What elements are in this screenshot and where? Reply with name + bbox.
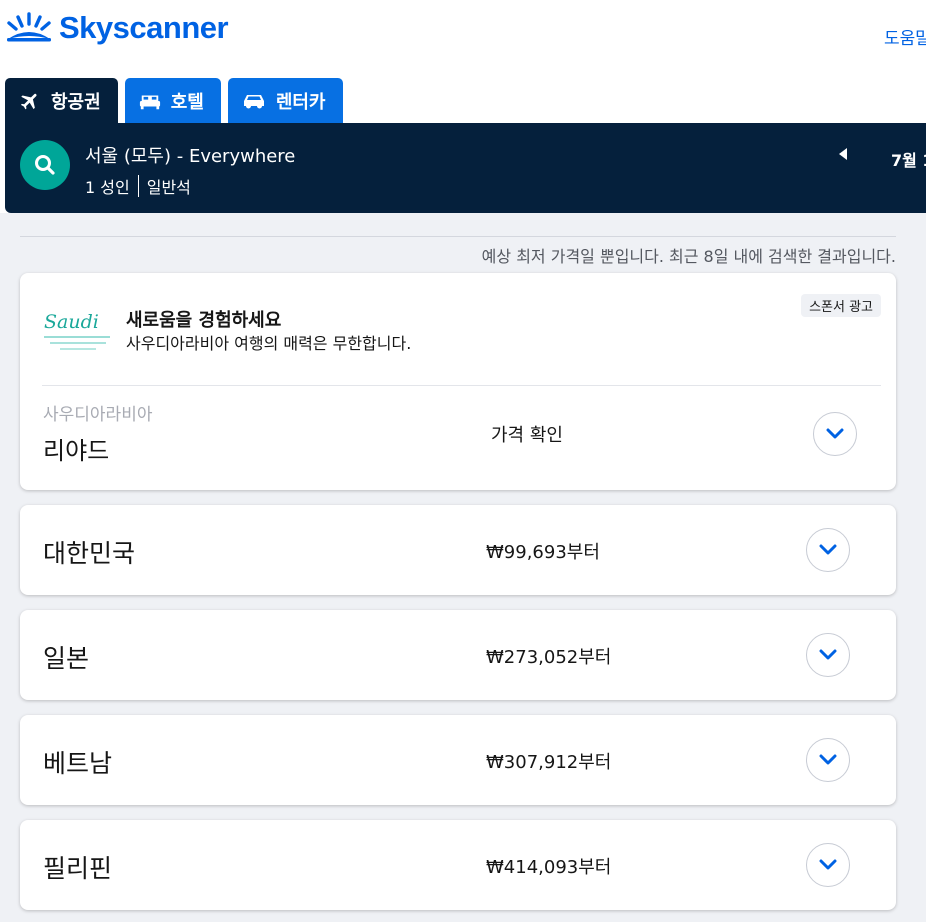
search-summary-bar[interactable]: 서울 (모두) - Everywhere 1 성인 일반석 7월 1 <box>5 123 926 213</box>
bed-icon <box>139 95 160 110</box>
destination-name: 대한민국 <box>43 539 136 568</box>
tab-label: 렌터카 <box>275 92 326 113</box>
ad-price-label: 가격 확인 <box>491 425 563 446</box>
tab-label: 호텔 <box>170 92 204 113</box>
sunrise-logo-icon <box>7 12 51 42</box>
search-route: 서울 (모두) - Everywhere <box>85 146 296 167</box>
chevron-down-icon <box>826 428 844 439</box>
search-button[interactable] <box>20 140 70 190</box>
ad-city: 리야드 <box>43 437 110 465</box>
destination-name: 베트남 <box>43 749 113 778</box>
destination-card[interactable]: 대한민국 ₩99,693부터 <box>20 505 896 595</box>
destination-card[interactable]: 일본 ₩273,052부터 <box>20 610 896 700</box>
search-icon <box>35 155 55 175</box>
chevron-down-icon <box>819 544 837 555</box>
expand-button[interactable] <box>806 528 850 572</box>
car-icon <box>243 95 264 109</box>
saudi-tourism-logo: Saudi <box>44 311 110 350</box>
logo-text: Skyscanner <box>59 10 229 45</box>
skyscanner-logo[interactable]: Skyscanner <box>5 10 229 46</box>
destination-price: ₩273,052부터 <box>486 647 612 668</box>
results-divider <box>20 236 896 237</box>
destination-price: ₩307,912부터 <box>486 752 612 773</box>
expand-button[interactable] <box>813 412 857 456</box>
saudi-wordmark: Saudi <box>44 311 99 333</box>
cabin-class: 일반석 <box>146 178 191 197</box>
tab-flights[interactable]: 항공권 <box>5 78 118 124</box>
destination-price: ₩414,093부터 <box>486 857 612 878</box>
travellers-count: 1 성인 <box>85 178 130 197</box>
tab-car-hire[interactable]: 렌터카 <box>227 78 343 124</box>
chevron-down-icon <box>819 754 837 765</box>
chevron-down-icon <box>819 859 837 870</box>
destination-card[interactable]: 베트남 ₩307,912부터 <box>20 715 896 805</box>
tab-hotels[interactable]: 호텔 <box>124 78 221 124</box>
destination-name: 일본 <box>43 644 90 673</box>
sponsored-badge: 스폰서 광고 <box>801 294 881 317</box>
ad-country: 사우디아라비아 <box>43 405 153 425</box>
site-header: Skyscanner 도움말 항공권 호텔 렌터카 서울 (모두) - Ever… <box>0 0 926 213</box>
airplane-icon <box>20 93 37 110</box>
search-date[interactable]: 7월 1 <box>891 147 926 171</box>
expand-button[interactable] <box>806 633 850 677</box>
ad-subtitle: 사우디아라비아 여행의 매력은 무한합니다. <box>126 334 412 353</box>
meta-separator <box>137 175 139 197</box>
help-link[interactable]: 도움말 <box>884 24 926 49</box>
destination-price: ₩99,693부터 <box>486 542 600 563</box>
previous-date-arrow-icon[interactable] <box>839 148 847 160</box>
ad-title: 새로움을 경험하세요 <box>126 310 282 331</box>
destination-name: 필리핀 <box>43 854 113 883</box>
ad-divider <box>42 385 881 386</box>
expand-button[interactable] <box>806 738 850 782</box>
sponsored-ad-card[interactable]: Saudi 새로움을 경험하세요 사우디아라비아 여행의 매력은 무한합니다. … <box>20 273 896 490</box>
search-meta: 1 성인 일반석 <box>85 174 191 198</box>
price-notice: 예상 최저 가격일 뿐입니다. 최근 8일 내에 검색한 결과입니다. <box>481 247 896 266</box>
tab-label: 항공권 <box>51 92 101 113</box>
destination-card[interactable]: 필리핀 ₩414,093부터 <box>20 820 896 910</box>
chevron-down-icon <box>819 649 837 660</box>
vertical-tabs: 항공권 호텔 렌터카 <box>5 78 343 124</box>
expand-button[interactable] <box>806 843 850 887</box>
